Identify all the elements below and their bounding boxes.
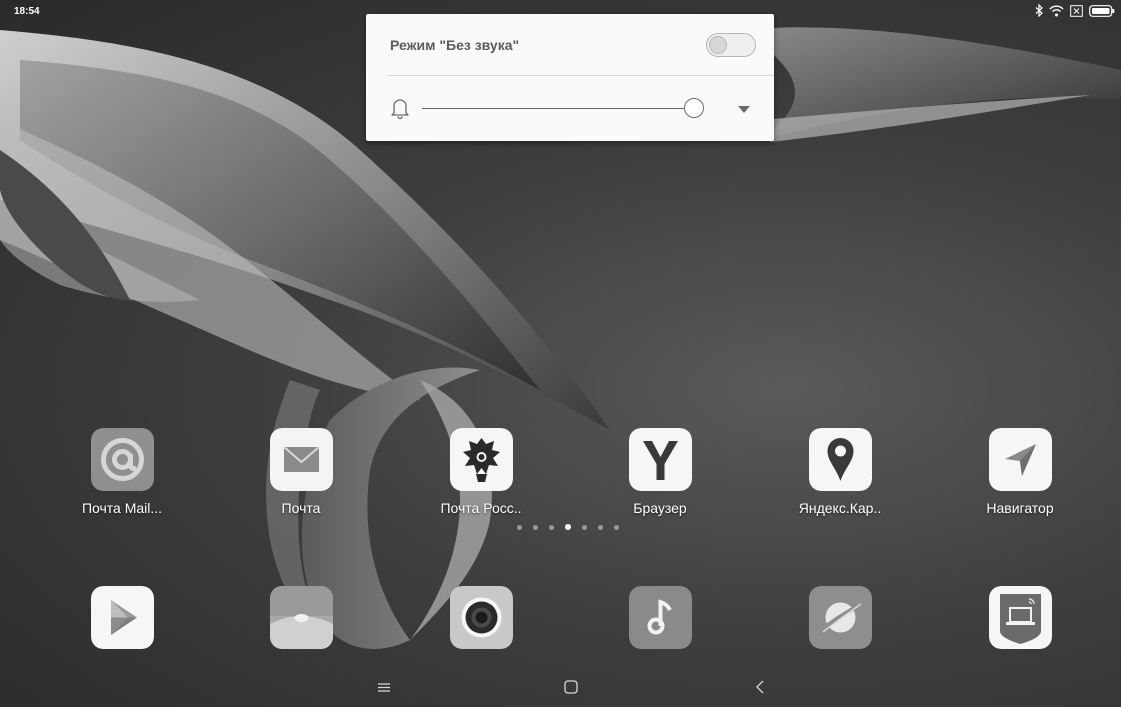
app-label: Яндекс.Кар.. [798,500,882,516]
app-navigator[interactable]: Навигатор [945,428,1095,516]
volume-panel: Режим "Без звука" [366,14,774,141]
silent-mode-row: Режим "Без звука" [366,14,774,76]
app-planet-browser[interactable] [765,586,915,649]
toggle-knob [709,36,727,54]
app-camera[interactable] [406,586,556,649]
divider [388,75,774,76]
app-label: Навигатор [986,500,1054,516]
home-icon[interactable] [559,676,583,698]
page-dot [614,524,619,530]
camera-icon [449,586,513,649]
play-store-icon [90,586,154,649]
app-yandex-maps[interactable]: Яндекс.Кар.. [765,428,915,516]
navigator-arrow-icon [988,428,1052,491]
no-sim-icon [1070,4,1083,17]
app-label: Браузер [633,500,687,516]
bluetooth-icon [1035,4,1043,17]
volume-slider[interactable] [422,98,718,120]
bell-icon [390,97,410,124]
back-icon[interactable] [748,676,772,698]
yandex-browser-icon [628,428,692,491]
page-dot [533,524,538,530]
gallery-icon [269,586,333,649]
russian-post-icon [449,428,513,491]
music-icon [628,586,692,649]
slider-track [422,108,684,109]
page-indicator [517,524,619,530]
status-time: 18:54 [14,6,40,17]
wifi-icon [1049,5,1064,17]
page-dot [598,524,603,530]
app-mail-ru[interactable]: Почта Mail... [47,428,197,516]
app-music[interactable] [585,586,735,649]
page-dot [549,524,554,530]
app-gosuslugi[interactable] [945,586,1095,649]
app-label: Почта Росс.. [440,500,522,516]
chevron-down-icon[interactable] [734,102,754,118]
app-mail[interactable]: Почта [226,428,376,516]
page-dot-active [565,524,571,530]
gosuslugi-icon [988,586,1052,649]
app-russian-post[interactable]: Почта Росс.. [406,428,556,516]
app-gallery[interactable] [226,586,376,649]
home-screen: 18:54 Режим "Без звука" Почта Mail... По… [0,0,1121,707]
status-icons [1035,4,1115,17]
envelope-icon [269,428,333,491]
battery-icon [1089,4,1115,17]
browser-planet-icon [808,586,872,649]
page-dot [582,524,587,530]
slider-thumb[interactable] [684,98,704,118]
silent-mode-label: Режим "Без звука" [390,37,520,53]
app-play-store[interactable] [47,586,197,649]
mail-ru-icon [90,428,154,491]
silent-mode-toggle[interactable] [706,33,756,57]
app-label: Почта Mail... [81,500,163,516]
page-dot [517,524,522,530]
app-label: Почта [281,500,321,516]
menu-icon[interactable] [372,676,396,698]
map-pin-icon [808,428,872,491]
app-browser[interactable]: Браузер [585,428,735,516]
navigation-bar [0,670,1121,707]
